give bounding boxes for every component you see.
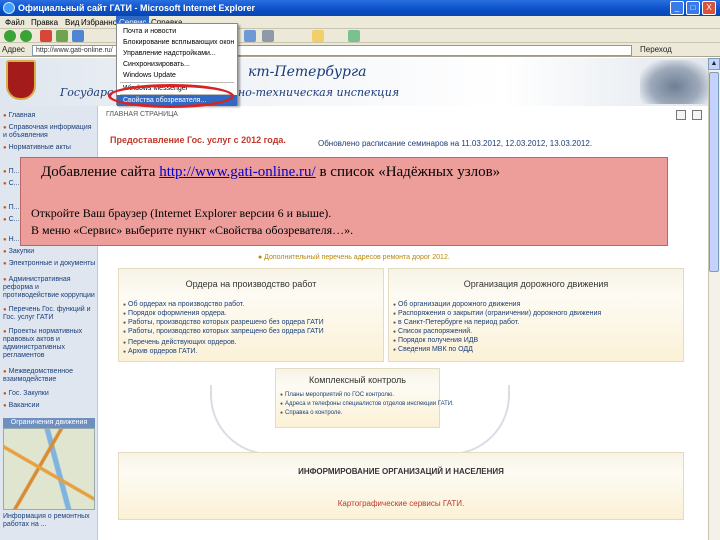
header-city: кт-Петербурга xyxy=(248,64,367,80)
menu-item-mail-news[interactable]: Почта и новости xyxy=(117,26,237,37)
coat-of-arms-icon xyxy=(6,60,36,100)
print-icon[interactable] xyxy=(676,110,686,120)
control-item[interactable]: Планы мероприятий по ГОС контролю. xyxy=(280,391,394,399)
sidebar-item-info[interactable]: Справочная информация и объявления xyxy=(3,124,96,140)
menu-item-sync[interactable]: Синхронизировать... xyxy=(117,59,237,70)
header-org-part2: но-техническая инспекция xyxy=(238,86,400,99)
back-icon[interactable] xyxy=(4,30,16,42)
folder-icon[interactable] xyxy=(312,30,324,42)
traffic-title: Организация дорожного движения xyxy=(463,279,609,289)
window-title-bar: Официальный сайт ГАТИ - Microsoft Intern… xyxy=(0,0,720,16)
decorative-arc-left xyxy=(210,385,280,455)
instruction-overlay: Добавление сайта http://www.gati-online.… xyxy=(20,157,668,246)
header-org-part1: Государс xyxy=(60,86,114,99)
overlay-title: Добавление сайта http://www.gati-online.… xyxy=(41,164,500,181)
orders-item[interactable]: Работы, производство которых разрешено б… xyxy=(123,319,324,327)
maximize-button[interactable]: □ xyxy=(686,1,700,15)
orders-item[interactable]: Работы, производство которых запрещено б… xyxy=(123,328,324,336)
decorative-arc-right xyxy=(440,385,510,455)
inform-panel: ИНФОРМИРОВАНИЕ ОРГАНИЗАЦИЙ И НАСЕЛЕНИЯ К… xyxy=(118,452,684,520)
toolbar xyxy=(0,29,720,43)
menu-edit[interactable]: Правка xyxy=(28,16,61,29)
menu-file[interactable]: Файл xyxy=(2,16,28,29)
address-label: Адрес xyxy=(2,45,25,54)
control-title: Комплексный контроль xyxy=(309,375,406,385)
traffic-item[interactable]: Распоряжения о закрытии (ограничении) до… xyxy=(393,310,601,318)
mail-icon[interactable] xyxy=(244,30,256,42)
email-icon[interactable] xyxy=(692,110,702,120)
sidebar-item-functions[interactable]: Перечень Гос. функций и Гос. услуг ГАТИ xyxy=(3,306,96,322)
orders-panel: Ордера на производство работ Об ордерах … xyxy=(118,268,384,362)
repair-info-link[interactable]: Информация о ремонтных работах на ... xyxy=(3,513,95,529)
sidebar-item-gos-purchases[interactable]: Гос. Закупки xyxy=(3,390,96,398)
scroll-up-icon[interactable]: ▲ xyxy=(708,58,720,70)
carto-services-link[interactable]: Картографические сервисы ГАТИ. xyxy=(119,499,683,508)
traffic-panel: Организация дорожного движения Об органи… xyxy=(388,268,684,362)
orders-item[interactable]: Архив ордеров ГАТИ. xyxy=(123,348,197,356)
traffic-item[interactable]: Об организации дорожного движения xyxy=(393,301,520,309)
overlay-step-2: В меню «Сервис» выберите пункт «Свойства… xyxy=(31,223,354,237)
print-toolbar-icon[interactable] xyxy=(262,30,274,42)
bronze-horseman-image xyxy=(640,60,710,104)
control-panel: Комплексный контроль Планы мероприятий п… xyxy=(275,368,454,428)
messenger-icon[interactable] xyxy=(348,30,360,42)
control-item[interactable]: Справка о контроле. xyxy=(280,409,342,417)
seminars-link[interactable]: Обновлено расписание семинаров на 11.03.… xyxy=(318,139,592,148)
stop-icon[interactable] xyxy=(40,30,52,42)
forward-icon[interactable] xyxy=(20,30,32,42)
overlay-title-suffix: в список «Надёжных узлов» xyxy=(315,164,501,180)
menu-item-popup-blocker[interactable]: Блокирование всплывающих окон xyxy=(117,37,237,48)
overlay-title-link[interactable]: http://www.gati-online.ru/ xyxy=(159,164,316,180)
highlight-ellipse xyxy=(108,84,234,108)
refresh-icon[interactable] xyxy=(56,30,68,42)
breadcrumb: ГЛАВНАЯ СТРАНИЦА xyxy=(106,111,178,118)
control-item[interactable]: Адреса и телефоны специалистов отделов и… xyxy=(280,400,454,408)
ie-logo-icon xyxy=(3,2,15,14)
traffic-item[interactable]: Сведения МВК по ОДД xyxy=(393,346,473,354)
menu-item-windows-update[interactable]: Windows Update xyxy=(117,70,237,81)
overlay-title-prefix: Добавление сайта xyxy=(41,164,160,180)
sidebar-item-home[interactable]: Главная xyxy=(3,112,96,120)
overlay-step-1: Откройте Ваш браузер (Internet Explorer … xyxy=(31,206,332,220)
inform-title: ИНФОРМИРОВАНИЕ ОРГАНИЗАЦИЙ И НАСЕЛЕНИЯ xyxy=(298,467,504,476)
orders-item[interactable]: Перечень действующих ордеров. xyxy=(123,339,237,347)
close-button[interactable]: X xyxy=(702,1,716,15)
orders-title: Ордера на производство работ xyxy=(185,279,317,289)
traffic-item[interactable]: Порядок получения ИДВ xyxy=(393,337,478,345)
scroll-thumb[interactable] xyxy=(709,72,719,272)
address-bar: Адрес http://www.gati-online.ru/ Переход xyxy=(0,43,720,57)
sidebar-item-drafts[interactable]: Проекты нормативных правовых актов и адм… xyxy=(3,328,96,360)
traffic-item[interactable]: в Санкт-Петербурге на период работ. xyxy=(393,319,519,327)
sidebar-item-vacancies[interactable]: Вакансии xyxy=(3,402,96,410)
home-icon[interactable] xyxy=(72,30,84,42)
sidebar-item-purchases[interactable]: Закупки xyxy=(3,248,96,256)
orders-item[interactable]: Порядок оформления ордера. xyxy=(123,310,227,318)
orders-item[interactable]: Об ордерах на производство работ. xyxy=(123,301,244,309)
minimize-button[interactable]: _ xyxy=(670,1,684,15)
sidebar-item-documents[interactable]: Электронные и документы xyxy=(3,260,96,268)
extra-roads-link[interactable]: ● Дополнительный перечень адресов ремонт… xyxy=(258,254,450,261)
traffic-item[interactable]: Список распоряжений. xyxy=(393,328,472,336)
menu-item-addons[interactable]: Управление надстройками... xyxy=(117,48,237,59)
traffic-map[interactable] xyxy=(3,428,95,510)
sidebar-item-interaction[interactable]: Межведомственное взаимодействие xyxy=(3,368,96,384)
go-button[interactable]: Переход xyxy=(640,44,672,56)
sidebar-item-reform[interactable]: Административная реформа и противодейств… xyxy=(3,276,96,300)
map-title: Ограничения движения xyxy=(3,418,95,428)
sidebar-item-acts[interactable]: Нормативные акты xyxy=(3,144,96,152)
window-title: Официальный сайт ГАТИ - Microsoft Intern… xyxy=(18,3,256,13)
menu-bar: Файл Правка Вид Избранное Сервис Справка xyxy=(0,16,720,29)
services-2012-link[interactable]: Предоставление Гос. услуг с 2012 года. xyxy=(110,135,286,145)
